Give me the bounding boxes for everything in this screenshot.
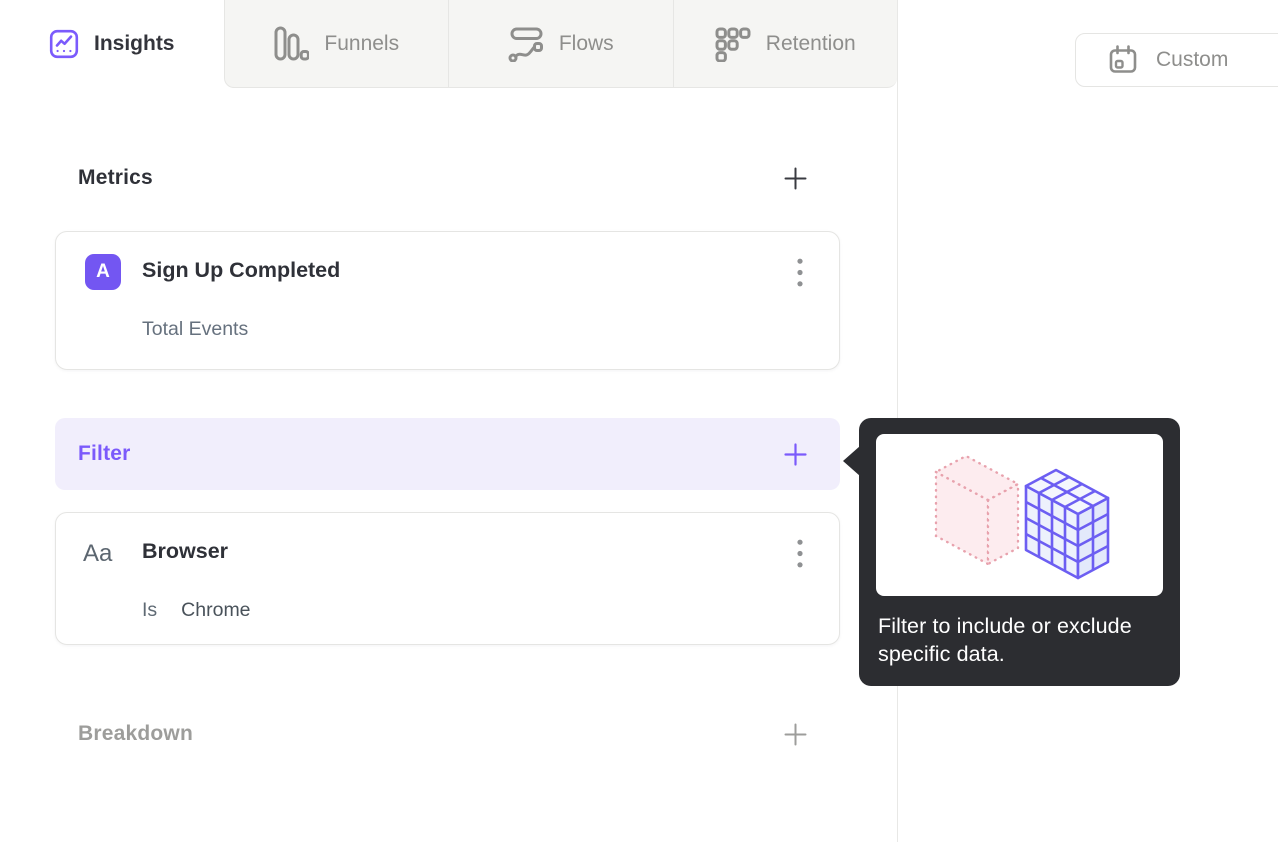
funnels-icon [273, 26, 310, 62]
metric-card-menu-button[interactable] [789, 256, 811, 290]
breakdown-title: Breakdown [78, 722, 193, 745]
filter-section-row[interactable]: Filter [55, 418, 840, 490]
tab-retention-label: Retention [765, 31, 856, 55]
metric-card[interactable]: A Sign Up Completed Total Events [55, 231, 840, 370]
tab-flows[interactable]: Flows [448, 0, 673, 88]
tab-funnels-label: Funnels [324, 31, 400, 55]
filter-cube-illustration [876, 434, 1163, 596]
retention-icon [715, 26, 751, 62]
metrics-section-header: Metrics [78, 163, 808, 193]
flows-icon [508, 26, 544, 62]
add-breakdown-button[interactable] [782, 721, 808, 747]
add-filter-button[interactable] [782, 441, 808, 467]
tab-insights-label: Insights [93, 31, 175, 55]
filter-operator[interactable]: Is [142, 599, 157, 621]
filter-value[interactable]: Chrome [181, 599, 250, 621]
metric-event-name: Sign Up Completed [142, 258, 341, 282]
filter-title: Filter [78, 442, 131, 465]
insights-icon [49, 29, 79, 59]
filter-card[interactable]: Aa Browser Is Chrome [55, 512, 840, 645]
tab-retention[interactable]: Retention [672, 0, 897, 88]
tab-funnels[interactable]: Funnels [223, 0, 448, 88]
tooltip-arrow [843, 446, 860, 476]
metric-series-badge: A [85, 254, 121, 290]
filter-condition: Is Chrome [142, 599, 251, 622]
insights-report-page: Insights Funnels Flows Retention Metrics… [0, 0, 1278, 842]
filter-property-name: Browser [142, 539, 229, 563]
calendar-icon [1107, 44, 1139, 76]
query-builder-panel: Insights Funnels Flows Retention Metrics… [0, 0, 898, 842]
date-range-button[interactable]: Custom [1075, 33, 1278, 87]
filter-card-menu-button[interactable] [789, 537, 811, 571]
tab-insights[interactable]: Insights [0, 0, 224, 88]
tab-flows-label: Flows [558, 31, 614, 55]
date-range-label: Custom [1156, 48, 1229, 71]
breakdown-section-header: Breakdown [78, 719, 808, 749]
string-property-icon: Aa [83, 540, 113, 567]
tooltip-text: Filter to include or exclude specific da… [878, 614, 1132, 666]
metrics-title: Metrics [78, 166, 153, 189]
add-metric-button[interactable] [782, 165, 808, 191]
filter-tooltip: Filter to include or exclude specific da… [843, 418, 1180, 686]
report-type-tabbar: Insights Funnels Flows Retention [0, 0, 897, 88]
metric-aggregation: Total Events [142, 318, 249, 340]
